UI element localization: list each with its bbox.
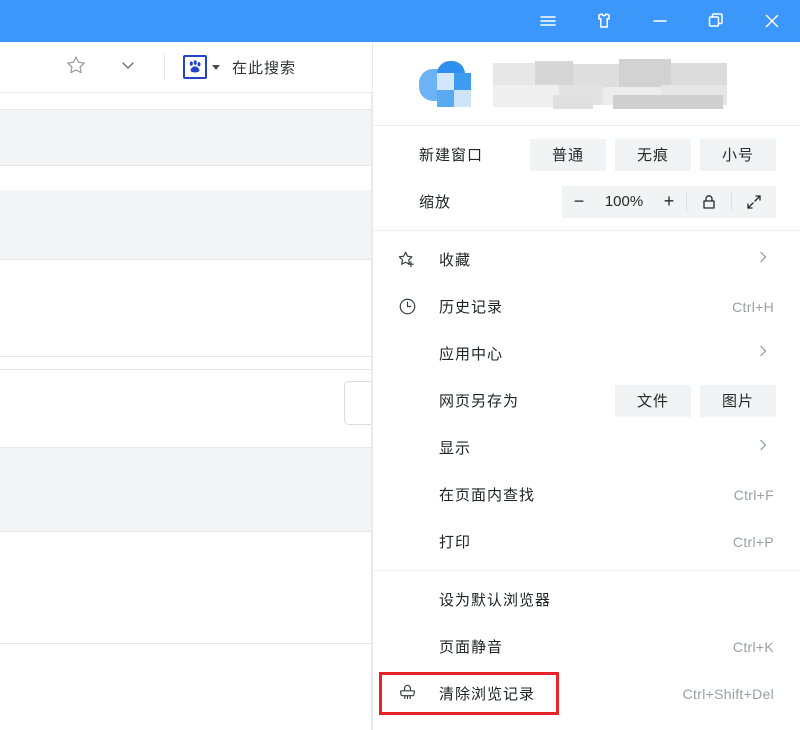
browser-toolbar: 在此搜索 <box>0 42 372 93</box>
star-plus-icon <box>395 248 419 272</box>
chevron-right-icon <box>756 438 770 457</box>
menu-item-label: 网页另存为 <box>439 393 520 410</box>
menu-row-zoom: 缩放 − 100% + <box>373 178 800 225</box>
menu-item-label: 收藏 <box>439 252 472 269</box>
title-bar <box>0 0 800 42</box>
menu-item-shortcut: Ctrl+F <box>733 486 774 503</box>
new-window-option-normal[interactable]: 普通 <box>530 138 606 171</box>
star-icon[interactable] <box>64 53 88 82</box>
menu-item-label: 在页面内查找 <box>439 487 536 504</box>
zoom-level-value: 100% <box>604 193 644 210</box>
menu-item-print[interactable]: 打印 Ctrl+P <box>373 518 800 565</box>
lock-icon[interactable] <box>687 186 731 218</box>
menu-item-display[interactable]: 显示 <box>373 424 800 471</box>
avatar[interactable] <box>419 59 473 109</box>
menu-item-save-page-as: 网页另存为 文件 图片 <box>373 377 800 424</box>
menu-item-shortcut: Ctrl+Shift+Del <box>682 685 774 702</box>
zoom-label: 缩放 <box>419 194 452 211</box>
page-band <box>0 370 372 448</box>
menu-item-label: 页面静音 <box>439 639 504 656</box>
menu-item-label: 设为默认浏览器 <box>439 592 552 609</box>
close-icon[interactable] <box>744 0 800 42</box>
menu-item-favorites[interactable]: 收藏 <box>373 236 800 283</box>
baidu-paw-icon[interactable] <box>183 55 207 79</box>
browser-main-menu: 新建窗口 普通 无痕 小号 缩放 − 100% + 收藏 历史记录 Ctrl+H… <box>372 42 800 730</box>
menu-icon[interactable] <box>520 0 576 42</box>
broom-icon <box>395 682 419 706</box>
no-icon <box>395 588 419 612</box>
skin-icon[interactable] <box>576 0 632 42</box>
menu-row-new-window: 新建窗口 普通 无痕 小号 <box>373 131 800 178</box>
zoom-control-group: − 100% + <box>562 185 776 218</box>
no-icon <box>395 635 419 659</box>
menu-item-shortcut: Ctrl+H <box>732 298 774 315</box>
new-window-label: 新建窗口 <box>419 147 484 164</box>
no-icon <box>395 342 419 366</box>
menu-item-shortcut: Ctrl+K <box>732 638 774 655</box>
toolbar-divider <box>164 54 165 80</box>
save-as-file-button[interactable]: 文件 <box>615 384 691 417</box>
page-band <box>0 532 372 644</box>
save-as-image-button[interactable]: 图片 <box>700 384 776 417</box>
menu-item-shortcut: Ctrl+P <box>732 533 774 550</box>
menu-item-label: 历史记录 <box>439 299 504 316</box>
restore-icon[interactable] <box>688 0 744 42</box>
zoom-in-button[interactable]: + <box>652 186 686 218</box>
profile-row[interactable] <box>373 42 800 125</box>
menu-item-app-center[interactable]: 应用中心 <box>373 330 800 377</box>
menu-item-clear-browsing-data[interactable]: 清除浏览记录 Ctrl+Shift+Del <box>373 670 800 717</box>
fullscreen-icon[interactable] <box>732 186 776 218</box>
browser-window: 在此搜索 新建窗口 普通 无痕 小号 缩放 − 100% + 收藏 历史记录 C… <box>0 0 800 730</box>
page-band <box>0 190 372 260</box>
chevron-right-icon <box>756 250 770 269</box>
no-icon <box>395 483 419 507</box>
menu-item-label: 打印 <box>439 534 472 551</box>
username-blurred <box>493 58 733 109</box>
menu-item-history[interactable]: 历史记录 Ctrl+H <box>373 283 800 330</box>
page-band <box>0 357 372 370</box>
no-icon <box>395 530 419 554</box>
page-band <box>0 166 372 190</box>
chevron-down-icon[interactable] <box>118 55 138 80</box>
engine-dropdown-icon[interactable] <box>212 64 220 70</box>
menu-item-set-default-browser[interactable]: 设为默认浏览器 <box>373 576 800 623</box>
no-icon <box>395 436 419 460</box>
chevron-right-icon <box>756 344 770 363</box>
clock-icon <box>395 295 419 319</box>
no-icon <box>395 389 419 413</box>
page-band <box>0 110 372 166</box>
menu-item-label: 应用中心 <box>439 346 504 363</box>
menu-item-label: 显示 <box>439 440 472 457</box>
menu-item-mute-page[interactable]: 页面静音 Ctrl+K <box>373 623 800 670</box>
search-input[interactable]: 在此搜索 <box>232 57 296 78</box>
new-window-option-incognito[interactable]: 无痕 <box>615 138 691 171</box>
menu-item-label: 清除浏览记录 <box>439 686 536 703</box>
page-band <box>0 260 372 357</box>
new-window-options: 普通 无痕 小号 <box>521 138 800 171</box>
page-band <box>0 448 372 532</box>
new-window-option-small[interactable]: 小号 <box>700 138 776 171</box>
minimize-icon[interactable] <box>632 0 688 42</box>
save-page-options: 文件 图片 <box>606 384 800 417</box>
menu-item-find-in-page[interactable]: 在页面内查找 Ctrl+F <box>373 471 800 518</box>
zoom-out-button[interactable]: − <box>562 186 596 218</box>
